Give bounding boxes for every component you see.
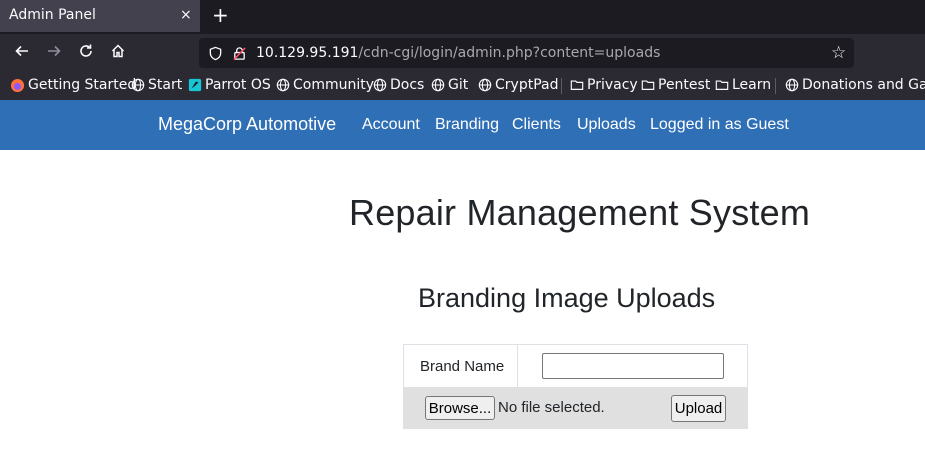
section-title: Branding Image Uploads xyxy=(418,283,716,313)
folder-icon xyxy=(570,78,584,92)
nav-link-uploads[interactable]: Uploads xyxy=(577,116,636,134)
globe-icon xyxy=(431,78,445,92)
tab-close-icon[interactable]: × xyxy=(180,7,192,23)
globe-icon xyxy=(276,78,290,92)
bookmark-star-icon[interactable]: ☆ xyxy=(831,43,846,63)
bookmark-docs[interactable]: Docs xyxy=(373,77,424,93)
nav-link-clients[interactable]: Clients xyxy=(512,116,561,134)
nav-link-branding[interactable]: Branding xyxy=(435,116,499,134)
upload-button[interactable]: Upload xyxy=(671,395,726,422)
nav-link-account[interactable]: Account xyxy=(362,116,420,134)
bookmarks-toolbar: Getting Started Start Parrot OS Communit… xyxy=(0,72,925,100)
browser-nav-bar: 10.129.95.191/cdn-cgi/login/admin.php?co… xyxy=(0,34,925,72)
bookmark-label: Privacy xyxy=(587,77,638,93)
bookmark-separator xyxy=(561,78,562,94)
bookmark-label: CryptPad xyxy=(495,77,559,93)
bookmark-donations[interactable]: Donations and Gadge xyxy=(785,77,925,93)
tab-title: Admin Panel xyxy=(9,7,96,23)
file-status: No file selected. xyxy=(498,399,605,416)
bookmark-label: Start xyxy=(148,77,183,93)
bookmark-label: Docs xyxy=(390,77,425,93)
reload-icon[interactable] xyxy=(76,43,96,63)
browse-button[interactable]: Browse... xyxy=(425,396,495,420)
site-navbar: MegaCorp Automotive Account Branding Cli… xyxy=(0,100,925,150)
firefox-icon xyxy=(10,78,25,93)
bookmark-parrot-os[interactable]: Parrot OS xyxy=(188,77,271,93)
bookmark-git[interactable]: Git xyxy=(431,77,468,93)
cell-divider xyxy=(517,345,518,387)
bookmark-community[interactable]: Community xyxy=(276,77,374,93)
back-arrow-icon[interactable] xyxy=(12,43,32,63)
site-brand[interactable]: MegaCorp Automotive xyxy=(158,114,336,135)
url-text[interactable]: 10.129.95.191/cdn-cgi/login/admin.php?co… xyxy=(256,45,660,61)
bookmark-folder-pentest[interactable]: Pentest xyxy=(641,77,710,93)
bookmark-label: Git xyxy=(448,77,469,93)
nav-link-logged-in-user[interactable]: Logged in as Guest xyxy=(650,116,789,134)
bookmark-label: Learn xyxy=(732,77,772,93)
url-host: 10.129.95.191 xyxy=(256,45,359,61)
forward-arrow-icon[interactable] xyxy=(44,43,64,63)
brand-name-input[interactable] xyxy=(542,353,724,379)
home-icon[interactable] xyxy=(108,43,128,63)
parrot-icon xyxy=(188,78,202,92)
bookmark-label: Parrot OS xyxy=(205,77,271,93)
bookmark-getting-started[interactable]: Getting Started xyxy=(10,77,136,93)
globe-icon xyxy=(478,78,492,92)
globe-icon xyxy=(785,78,799,92)
brand-name-row: Brand Name xyxy=(404,345,747,387)
url-bar[interactable]: 10.129.95.191/cdn-cgi/login/admin.php?co… xyxy=(199,38,854,68)
bookmark-start[interactable]: Start xyxy=(131,77,182,93)
folder-icon xyxy=(641,78,655,92)
file-upload-row: Browse... No file selected. Upload xyxy=(404,387,747,428)
globe-icon xyxy=(131,78,145,92)
bookmark-label: Getting Started xyxy=(28,77,137,93)
bookmark-label: Donations and Gadge xyxy=(802,77,925,93)
page-title: Repair Management System xyxy=(349,192,811,233)
browser-tab-bar: Admin Panel × + xyxy=(0,0,925,34)
bookmark-cryptpad[interactable]: CryptPad xyxy=(478,77,558,93)
bookmark-separator xyxy=(775,78,776,94)
browser-tab[interactable]: Admin Panel × xyxy=(0,0,200,32)
bookmark-label: Pentest xyxy=(658,77,711,93)
bookmark-folder-learn[interactable]: Learn xyxy=(715,77,771,93)
url-path: /cdn-cgi/login/admin.php?content=uploads xyxy=(358,45,661,61)
shield-icon[interactable] xyxy=(208,46,223,65)
upload-form: Brand Name Browse... No file selected. U… xyxy=(403,344,748,429)
new-tab-icon[interactable]: + xyxy=(212,4,229,26)
bookmark-folder-privacy[interactable]: Privacy xyxy=(570,77,638,93)
globe-icon xyxy=(373,78,387,92)
brand-name-label: Brand Name xyxy=(420,358,505,375)
folder-icon xyxy=(715,78,729,92)
insecure-lock-icon[interactable] xyxy=(232,46,247,65)
bookmark-label: Community xyxy=(293,77,375,93)
